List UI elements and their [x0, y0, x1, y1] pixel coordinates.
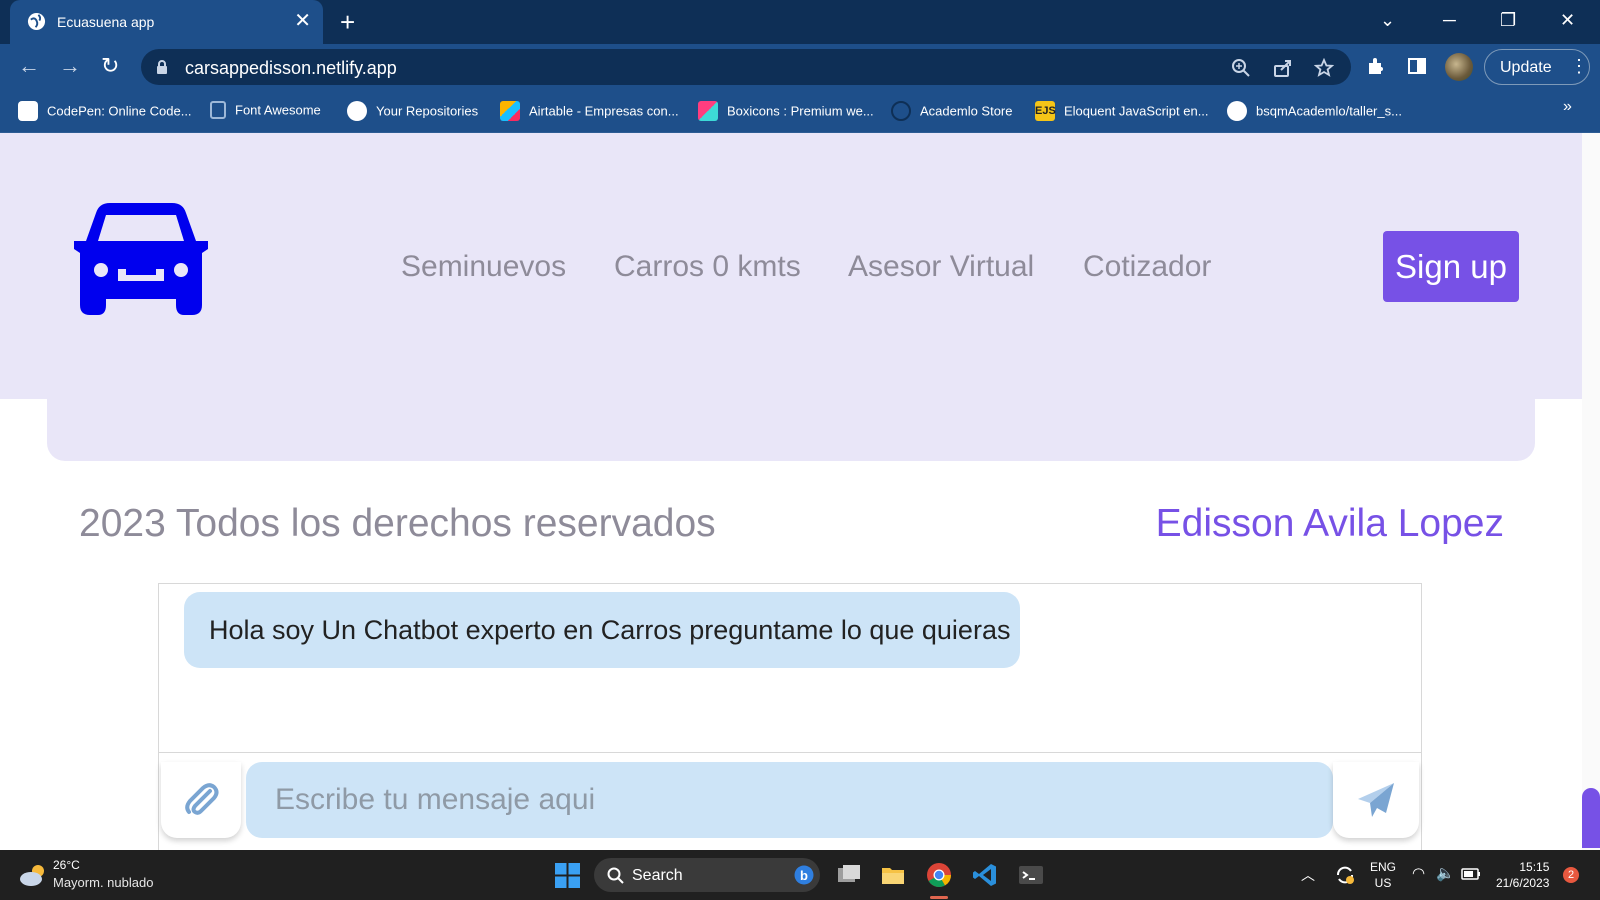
extensions-icon[interactable] [1366, 56, 1386, 76]
attach-button[interactable] [161, 762, 241, 838]
signup-button[interactable]: Sign up [1383, 231, 1519, 302]
terminal-icon[interactable] [1018, 862, 1044, 888]
bing-icon[interactable]: b [794, 865, 814, 885]
bot-message-bubble: Hola soy Un Chatbot experto en Carros pr… [184, 592, 1020, 668]
nav-asesor-virtual[interactable]: Asesor Virtual [848, 250, 1034, 284]
ejs-icon: EJS [1035, 101, 1056, 121]
weather-temperature: 26°C [53, 858, 80, 872]
weather-cloud-icon[interactable] [18, 862, 48, 888]
windows-start-icon[interactable] [555, 863, 580, 888]
browser-toolbar: ← → ↻ carsappedisson.netlify.app Update … [0, 44, 1600, 88]
scrollbar-thumb[interactable] [1582, 788, 1600, 848]
clock-date: 21/6/2023 [1496, 876, 1550, 890]
page-content: Seminuevos Carros 0 kmts Asesor Virtual … [0, 133, 1600, 850]
codepen-icon [18, 101, 38, 121]
notification-badge[interactable]: 2 [1563, 867, 1579, 883]
restore-icon[interactable]: ❐ [1500, 8, 1516, 32]
task-view-icon[interactable] [836, 862, 862, 888]
sync-icon[interactable] [1334, 864, 1356, 886]
header-card [47, 333, 1535, 461]
github-icon [347, 101, 367, 121]
nav-cotizador[interactable]: Cotizador [1083, 250, 1211, 284]
lock-icon [157, 60, 167, 74]
author-link[interactable]: Edisson Avila Lopez [1156, 502, 1504, 546]
update-button[interactable]: Update ⋮ [1484, 49, 1590, 85]
minimize-icon[interactable]: ─ [1443, 8, 1456, 32]
file-explorer-icon[interactable] [880, 862, 906, 888]
boxicons-icon [698, 101, 718, 121]
language-indicator[interactable]: ENG US [1370, 859, 1396, 891]
update-label: Update [1500, 59, 1552, 76]
paperclip-icon [185, 783, 219, 815]
chrome-active-indicator [930, 896, 948, 899]
chatbot-window: Hola soy Un Chatbot experto en Carros pr… [158, 583, 1422, 850]
menu-dots-icon[interactable]: ⋮ [1570, 56, 1588, 77]
address-bar[interactable]: carsappedisson.netlify.app [141, 49, 1351, 85]
chat-divider [159, 752, 1421, 753]
chevron-up-icon[interactable]: ︿ [1301, 865, 1315, 885]
forward-icon[interactable]: → [59, 54, 81, 78]
bookmark-eloquent-javascript[interactable]: EJS Eloquent JavaScript en... [1035, 101, 1209, 121]
academlo-icon [891, 101, 911, 121]
volume-icon[interactable]: 🔈 [1436, 864, 1455, 882]
chrome-icon[interactable] [926, 862, 952, 888]
search-label: Search [632, 867, 683, 884]
globe-icon [27, 12, 46, 31]
vscode-icon[interactable] [972, 862, 998, 888]
bookmark-airtable[interactable]: Airtable - Empresas con... [500, 101, 679, 121]
bookmark-codepen[interactable]: CodePen: Online Code... [18, 101, 192, 121]
tab-search-icon[interactable]: ⌄ [1380, 8, 1395, 32]
new-tab-icon[interactable]: + [340, 8, 355, 36]
system-clock[interactable]: 15:15 21/6/2023 [1496, 859, 1549, 891]
search-icon [607, 867, 624, 884]
close-tab-icon[interactable]: ✕ [294, 10, 311, 32]
language-region: US [1374, 876, 1392, 890]
profile-avatar[interactable] [1445, 53, 1473, 81]
wifi-icon[interactable]: ◠ [1412, 864, 1425, 882]
taskbar: 26°C Mayorm. nublado Search b ︿ ENG US ◠… [0, 850, 1600, 900]
taskbar-search[interactable]: Search b [594, 858, 820, 892]
airtable-icon [500, 101, 520, 121]
flag-icon [210, 101, 226, 119]
copyright-text: 2023 Todos los derechos reservados [79, 502, 716, 545]
bookmarks-overflow-icon[interactable]: » [1563, 98, 1572, 116]
github-icon [1227, 101, 1247, 121]
battery-icon[interactable] [1461, 867, 1481, 881]
bookmark-boxicons[interactable]: Boxicons : Premium we... [698, 101, 874, 121]
car-logo-icon[interactable] [72, 201, 210, 317]
bookmark-star-icon[interactable] [1314, 58, 1334, 78]
bookmark-your-repositories[interactable]: Your Repositories [347, 101, 478, 121]
zoom-icon[interactable] [1231, 58, 1251, 78]
browser-tab[interactable]: Ecuasuena app ✕ [10, 0, 323, 44]
bookmark-font-awesome[interactable]: Font Awesome [210, 101, 321, 119]
send-button[interactable] [1333, 762, 1419, 838]
weather-description: Mayorm. nublado [53, 875, 154, 890]
send-icon [1358, 783, 1394, 817]
back-icon[interactable]: ← [18, 54, 40, 78]
share-icon[interactable] [1273, 58, 1293, 78]
reload-icon[interactable]: ↻ [101, 54, 119, 78]
message-input[interactable] [246, 762, 1333, 838]
url-text: carsappedisson.netlify.app [185, 58, 397, 78]
svg-text:b: b [800, 868, 808, 883]
bookmark-academlo-store[interactable]: Academlo Store [891, 101, 1013, 121]
close-window-icon[interactable]: ✕ [1560, 8, 1575, 32]
clock-time: 15:15 [1519, 860, 1550, 874]
bookmark-bsqmacademlo[interactable]: bsqmAcademlo/taller_s... [1227, 101, 1402, 121]
nav-seminuevos[interactable]: Seminuevos [401, 250, 566, 284]
scrollbar-track[interactable] [1582, 133, 1600, 850]
bookmarks-bar: CodePen: Online Code... Font Awesome You… [0, 88, 1600, 133]
side-panel-icon[interactable] [1407, 56, 1427, 76]
nav-carros-0-kmts[interactable]: Carros 0 kmts [614, 250, 801, 284]
browser-tab-bar: Ecuasuena app ✕ + ⌄ ─ ❐ ✕ [0, 0, 1600, 44]
tab-title: Ecuasuena app [57, 14, 155, 30]
language-code: ENG [1370, 860, 1397, 874]
